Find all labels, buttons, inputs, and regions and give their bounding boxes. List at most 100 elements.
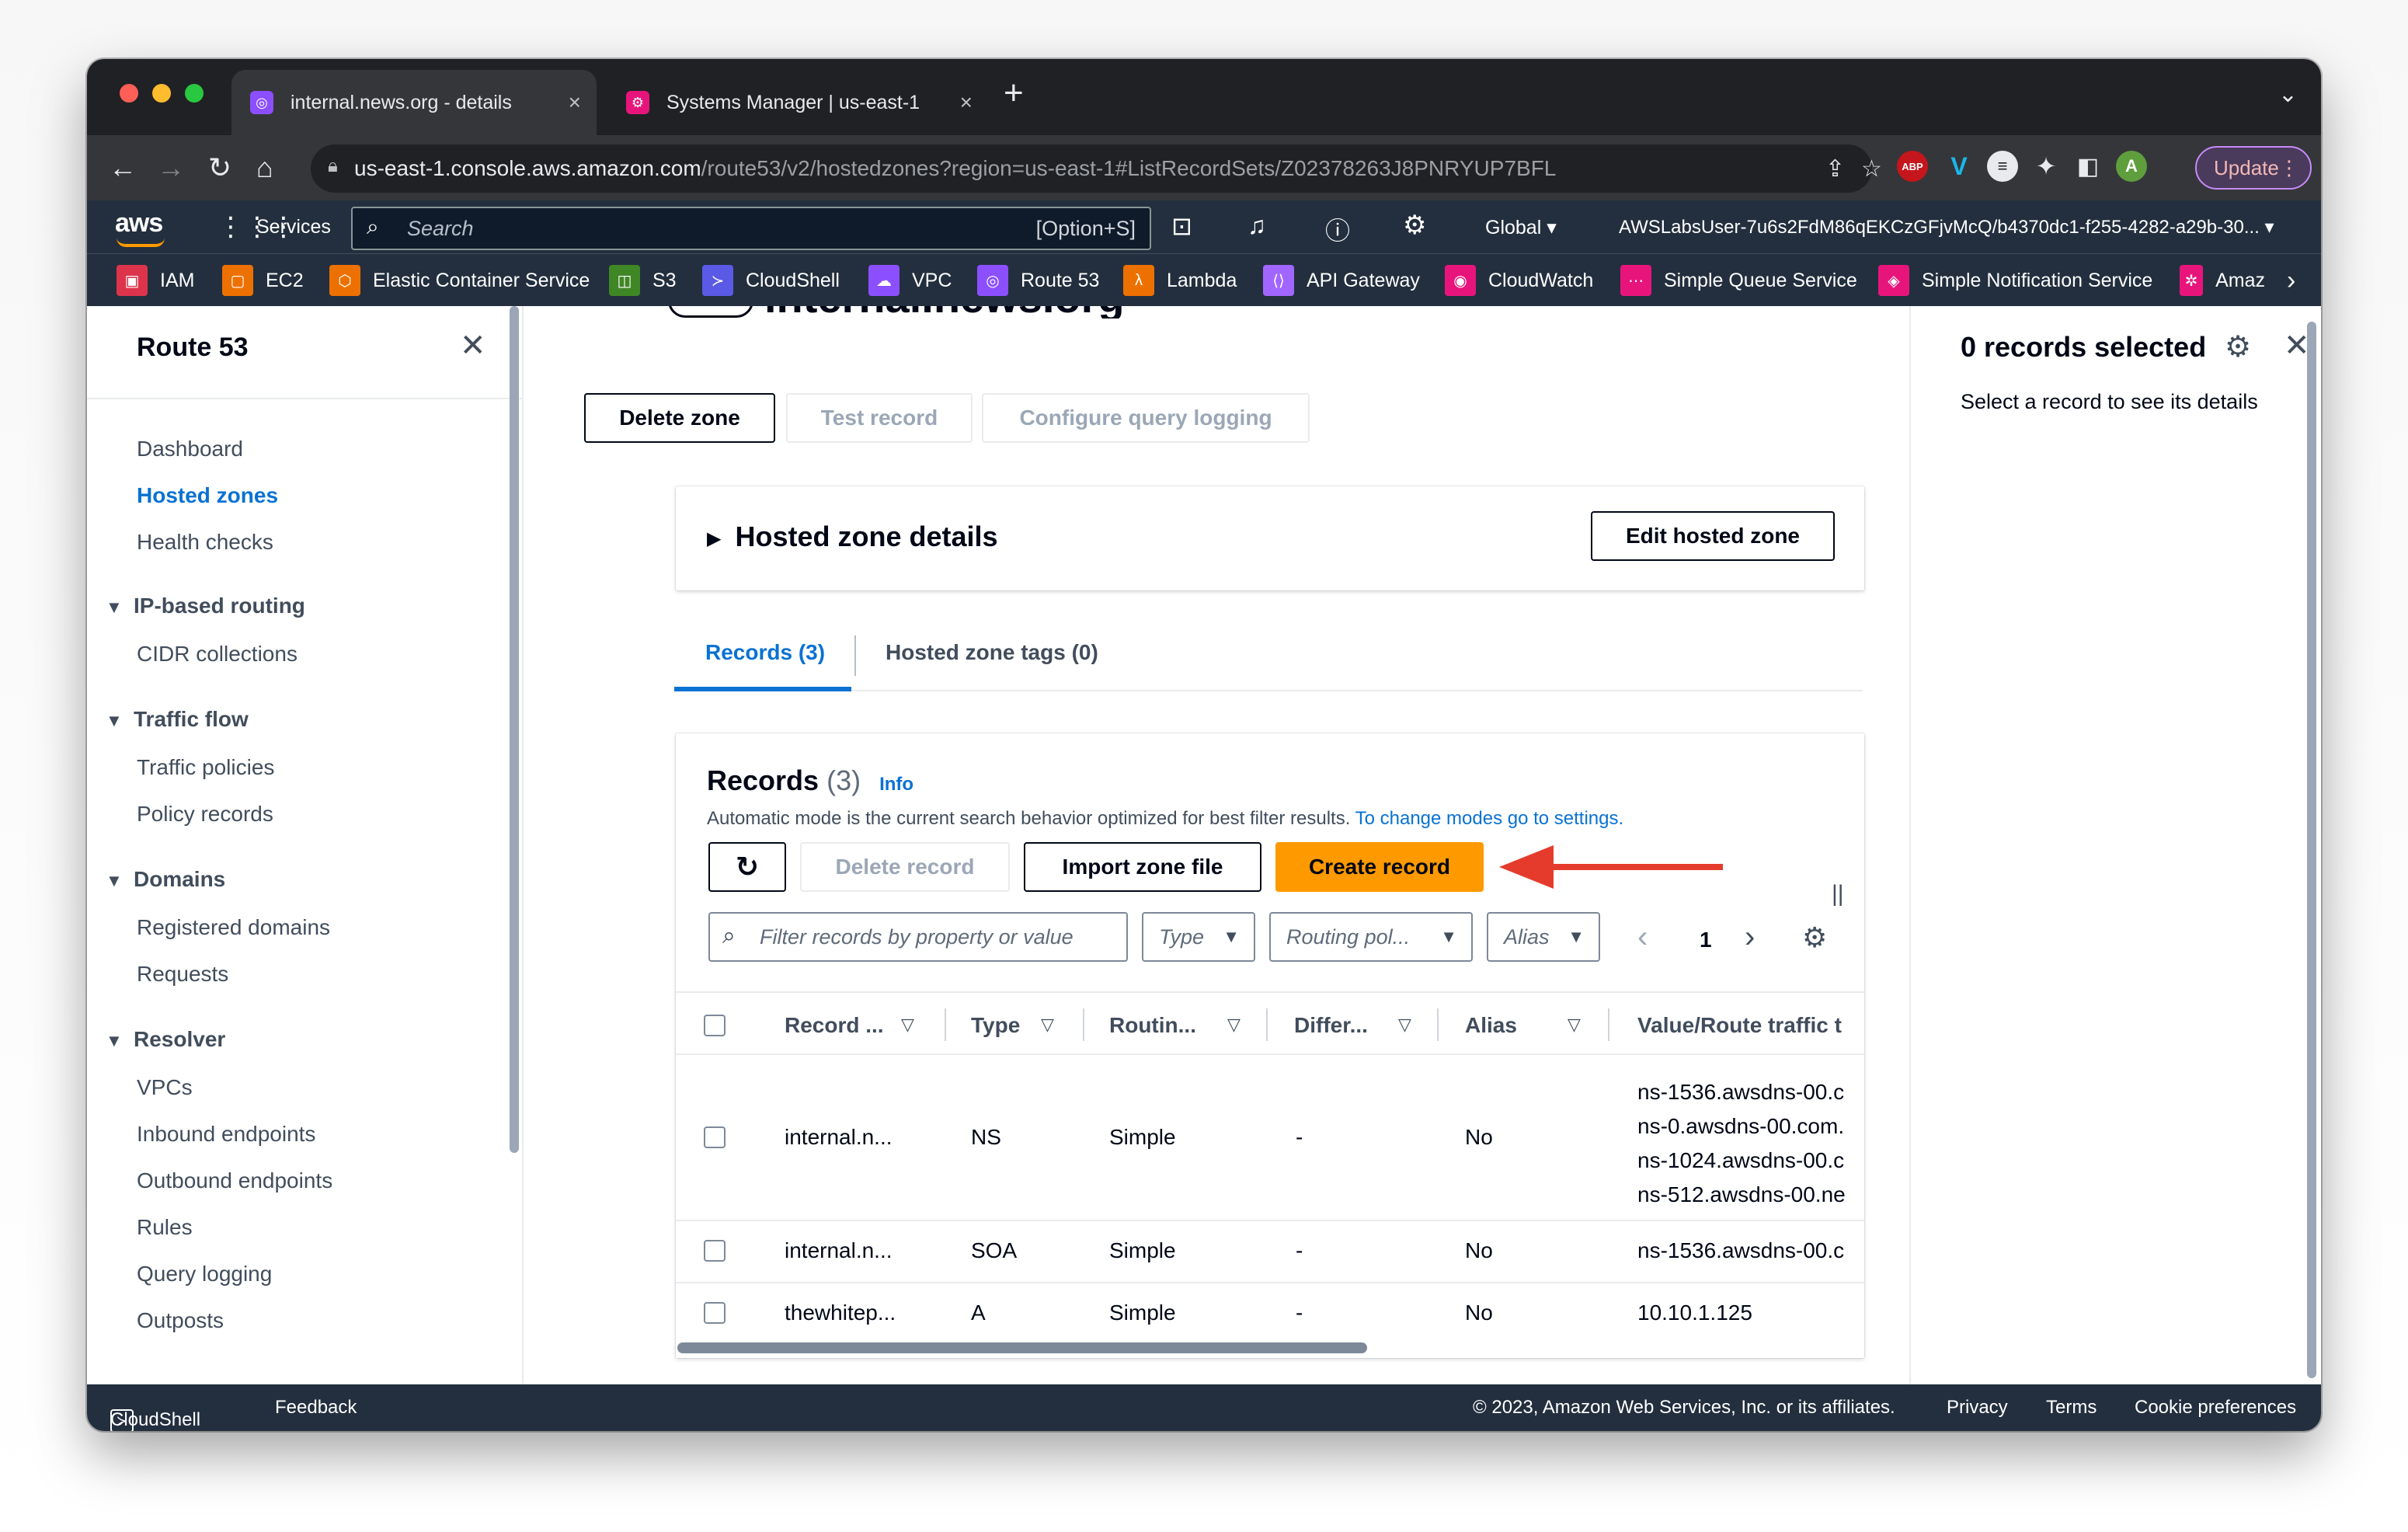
favorite-sqs[interactable]: ⋯ Simple Queue Service xyxy=(1620,263,1857,298)
column-separator[interactable] xyxy=(945,1008,946,1041)
sort-caret-icon[interactable]: ▽ xyxy=(1227,1015,1241,1035)
sort-caret-icon[interactable]: ▽ xyxy=(1568,1015,1581,1035)
filter-records-input[interactable]: ⌕ Filter records by property or value xyxy=(708,912,1128,962)
adblock-plus-icon[interactable]: ABP xyxy=(1897,151,1928,182)
sidebar-section-traffic-flow[interactable]: ▼ Traffic flow xyxy=(106,707,249,732)
extension-menu-icon[interactable]: ≡ xyxy=(1987,151,2018,182)
home-icon[interactable]: ⌂ xyxy=(256,149,273,186)
favorite-ec2[interactable]: ▢ EC2 xyxy=(222,263,304,298)
column-separator[interactable] xyxy=(1437,1008,1439,1041)
footer-cookie-preferences-link[interactable]: Cookie preferences xyxy=(2135,1397,2296,1419)
sidebar-section-domains[interactable]: ▼ Domains xyxy=(106,867,225,892)
tab-hosted-zone-tags[interactable]: Hosted zone tags (0) xyxy=(886,640,1098,665)
favorite-lambda[interactable]: λ Lambda xyxy=(1123,263,1237,298)
window-minimize-button[interactable] xyxy=(152,84,171,103)
column-separator[interactable] xyxy=(1608,1008,1609,1041)
sort-caret-icon[interactable]: ▽ xyxy=(1398,1015,1411,1035)
aws-search-input[interactable]: ⌕ Search [Option+S] xyxy=(351,207,1151,250)
sort-caret-icon[interactable]: ▽ xyxy=(1041,1015,1054,1035)
reload-icon[interactable]: ↻ xyxy=(208,149,231,186)
table-horizontal-scrollbar[interactable] xyxy=(677,1342,1367,1353)
column-separator[interactable] xyxy=(1266,1008,1268,1041)
services-menu[interactable]: Services xyxy=(256,216,331,239)
account-menu[interactable]: AWSLabsUser-7u6s2FdM86qEKCzGFjvMcQ/b4370… xyxy=(1619,216,2274,239)
footer-feedback[interactable]: Feedback xyxy=(275,1397,357,1419)
select-all-checkbox[interactable] xyxy=(704,1015,726,1036)
sidebar-item-query-logging[interactable]: Query logging xyxy=(137,1262,272,1287)
test-record-button[interactable]: Test record xyxy=(786,393,973,443)
address-bar[interactable]: 🔒︎ us-east-1.console.aws.amazon.com/rout… xyxy=(311,144,1882,193)
browser-tab-route53[interactable]: ◎ internal.news.org - details × xyxy=(231,70,597,135)
notifications-bell-icon[interactable]: ♫ xyxy=(1247,211,1266,240)
info-link[interactable]: Info xyxy=(879,774,913,795)
sidebar-item-traffic-policies[interactable]: Traffic policies xyxy=(137,755,274,780)
favorite-vpc[interactable]: ☁ VPC xyxy=(868,263,952,298)
sidebar-scrollbar[interactable] xyxy=(510,306,519,1153)
aws-logo[interactable]: aws xyxy=(115,208,165,247)
sidebar-section-ip-routing[interactable]: ▼ IP-based routing xyxy=(106,594,305,618)
favorite-route53[interactable]: ◎ Route 53 xyxy=(977,263,1099,298)
sidebar-item-rules[interactable]: Rules xyxy=(137,1215,193,1240)
sidebar-item-requests[interactable]: Requests xyxy=(137,962,228,987)
window-zoom-button[interactable] xyxy=(185,84,204,103)
tab-search-chevron-icon[interactable]: ⌄ xyxy=(2278,81,2298,108)
footer-terms-link[interactable]: Terms xyxy=(2046,1397,2097,1419)
delete-record-button[interactable]: Delete record xyxy=(800,842,1010,892)
row-checkbox[interactable] xyxy=(704,1240,726,1262)
alias-filter-select[interactable]: Alias ▼ xyxy=(1487,912,1600,962)
update-button[interactable]: Update ⋮ xyxy=(2195,146,2312,190)
favorite-cloudwatch[interactable]: ◉ CloudWatch xyxy=(1445,263,1593,298)
sidebar-item-dashboard[interactable]: Dashboard xyxy=(137,437,243,461)
previous-page-icon[interactable]: ‹ xyxy=(1637,920,1648,955)
create-record-button[interactable]: Create record xyxy=(1275,842,1484,892)
sidebar-item-health-checks[interactable]: Health checks xyxy=(137,530,273,555)
back-arrow-icon[interactable]: ← xyxy=(109,149,137,186)
sidebar-close-icon[interactable]: ✕ xyxy=(460,328,486,364)
favorite-sns[interactable]: ◈ Simple Notification Service xyxy=(1878,263,2152,298)
vimeo-extension-icon[interactable]: V xyxy=(1943,151,1975,182)
import-zone-file-button[interactable]: Import zone file xyxy=(1024,842,1261,892)
favorite-cloudshell[interactable]: ≻ CloudShell xyxy=(702,263,840,298)
share-icon[interactable]: ⇪ xyxy=(1825,155,1845,183)
sidebar-item-hosted-zones[interactable]: Hosted zones xyxy=(137,483,278,508)
edit-hosted-zone-button[interactable]: Edit hosted zone xyxy=(1591,511,1835,561)
footer-privacy-link[interactable]: Privacy xyxy=(1947,1397,2008,1419)
tab-close-icon[interactable]: × xyxy=(569,90,581,115)
favorite-api-gateway[interactable]: ⟨⟩ API Gateway xyxy=(1263,263,1420,298)
sidebar-title[interactable]: Route 53 xyxy=(137,333,249,363)
sort-caret-icon[interactable]: ▽ xyxy=(901,1015,914,1035)
column-header-differentiator[interactable]: Differ... xyxy=(1294,1013,1368,1038)
sidebar-item-registered-domains[interactable]: Registered domains xyxy=(137,915,330,940)
tab-close-icon[interactable]: × xyxy=(960,90,973,115)
cloudshell-icon[interactable]: ⊡ xyxy=(1171,211,1192,241)
column-header-type[interactable]: Type xyxy=(971,1013,1020,1038)
settings-link[interactable]: To change modes go to settings. xyxy=(1355,808,1624,829)
sidebar-item-outbound-endpoints[interactable]: Outbound endpoints xyxy=(137,1168,332,1193)
bookmark-star-icon[interactable]: ☆ xyxy=(1861,155,1882,183)
sidebar-item-vpcs[interactable]: VPCs xyxy=(137,1075,193,1100)
sidebar-item-outposts[interactable]: Outposts xyxy=(137,1308,224,1333)
next-page-icon[interactable]: › xyxy=(1745,920,1755,955)
refresh-button[interactable]: ↻ xyxy=(708,842,786,892)
column-header-record-name[interactable]: Record ... xyxy=(785,1013,884,1038)
sidebar-section-resolver[interactable]: ▼ Resolver xyxy=(106,1027,225,1052)
sidebar-item-policy-records[interactable]: Policy records xyxy=(137,802,273,827)
delete-zone-button[interactable]: Delete zone xyxy=(584,393,775,443)
tab-records[interactable]: Records (3) xyxy=(705,640,825,665)
column-separator[interactable] xyxy=(1083,1008,1084,1041)
region-selector[interactable]: Global ▾ xyxy=(1485,216,1557,239)
page-number[interactable]: 1 xyxy=(1700,928,1712,952)
extensions-puzzle-icon[interactable]: ✦ xyxy=(2030,151,2062,182)
hosted-zone-details-header[interactable]: ▶ Hosted zone details xyxy=(707,521,998,553)
page-scrollbar[interactable] xyxy=(2307,322,2316,1378)
side-panel-icon[interactable]: ◧ xyxy=(2072,151,2104,182)
row-checkbox[interactable] xyxy=(704,1126,726,1148)
split-panel-drag-handle[interactable]: || xyxy=(1832,881,1844,907)
favorites-scroll-right-icon[interactable]: › xyxy=(2287,263,2295,298)
sidebar-item-inbound-endpoints[interactable]: Inbound endpoints xyxy=(137,1122,315,1147)
column-header-value[interactable]: Value/Route traffic t xyxy=(1637,1013,1863,1038)
column-header-routing-policy[interactable]: Routin... xyxy=(1109,1013,1196,1038)
row-checkbox[interactable] xyxy=(704,1302,726,1324)
favorite-ecs[interactable]: ⬡ Elastic Container Service xyxy=(329,263,590,298)
sidebar-item-cidr-collections[interactable]: CIDR collections xyxy=(137,642,298,667)
